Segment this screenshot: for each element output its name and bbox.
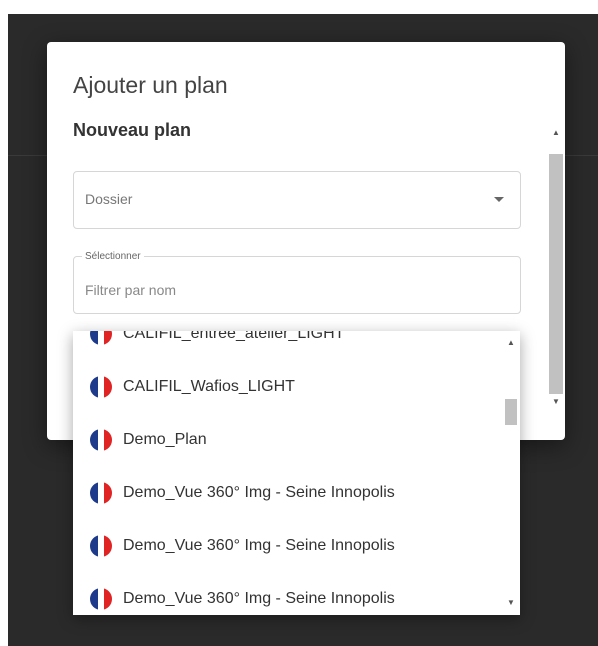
plan-option[interactable]: Demo_Vue 360° Img - Seine Innopolis (73, 466, 502, 519)
fr-flag-icon (90, 331, 112, 345)
plan-option-label: Demo_Vue 360° Img - Seine Innopolis (123, 590, 395, 607)
fr-flag-icon (90, 429, 112, 451)
plan-list: CALIFIL_entree_atelier_LIGHT CALIFIL_Waf… (73, 331, 502, 615)
dialog-scrollbar-thumb[interactable] (549, 154, 563, 394)
scroll-down-arrow-icon[interactable]: ▼ (552, 397, 560, 406)
plan-dropdown: CALIFIL_entree_atelier_LIGHT CALIFIL_Waf… (73, 331, 520, 615)
fr-flag-icon (90, 588, 112, 610)
fr-flag-icon (90, 535, 112, 557)
dropdown-scrollbar-track[interactable] (502, 331, 520, 615)
plan-option-label: CALIFIL_entree_atelier_LIGHT (123, 331, 345, 342)
chevron-down-icon (494, 197, 504, 202)
dossier-select[interactable]: Dossier (73, 171, 521, 229)
plan-option-label: Demo_Plan (123, 431, 207, 448)
plan-option-label: Demo_Vue 360° Img - Seine Innopolis (123, 484, 395, 501)
plan-option[interactable]: Demo_Plan (73, 413, 502, 466)
fr-flag-icon (90, 376, 112, 398)
dropdown-scroll-up-icon[interactable]: ▲ (507, 338, 515, 347)
dialog-title: Ajouter un plan (73, 72, 228, 98)
plan-option-label: Demo_Vue 360° Img - Seine Innopolis (123, 537, 395, 554)
plan-option[interactable]: CALIFIL_Wafios_LIGHT (73, 360, 502, 413)
filter-legend: Sélectionner (82, 251, 144, 262)
dossier-label: Dossier (85, 191, 133, 207)
plan-option-label: CALIFIL_Wafios_LIGHT (123, 378, 295, 395)
filter-input[interactable] (85, 281, 505, 299)
fr-flag-icon (90, 482, 112, 504)
dropdown-scrollbar-thumb[interactable] (505, 399, 517, 425)
dropdown-scroll-down-icon[interactable]: ▼ (507, 598, 515, 607)
plan-option[interactable]: Demo_Vue 360° Img - Seine Innopolis (73, 572, 502, 615)
plan-option[interactable]: Demo_Vue 360° Img - Seine Innopolis (73, 519, 502, 572)
filter-field[interactable]: Sélectionner (73, 251, 521, 314)
section-title: Nouveau plan (73, 120, 192, 140)
scroll-up-arrow-icon[interactable]: ▲ (552, 128, 560, 137)
plan-option[interactable]: CALIFIL_entree_atelier_LIGHT (73, 331, 502, 360)
